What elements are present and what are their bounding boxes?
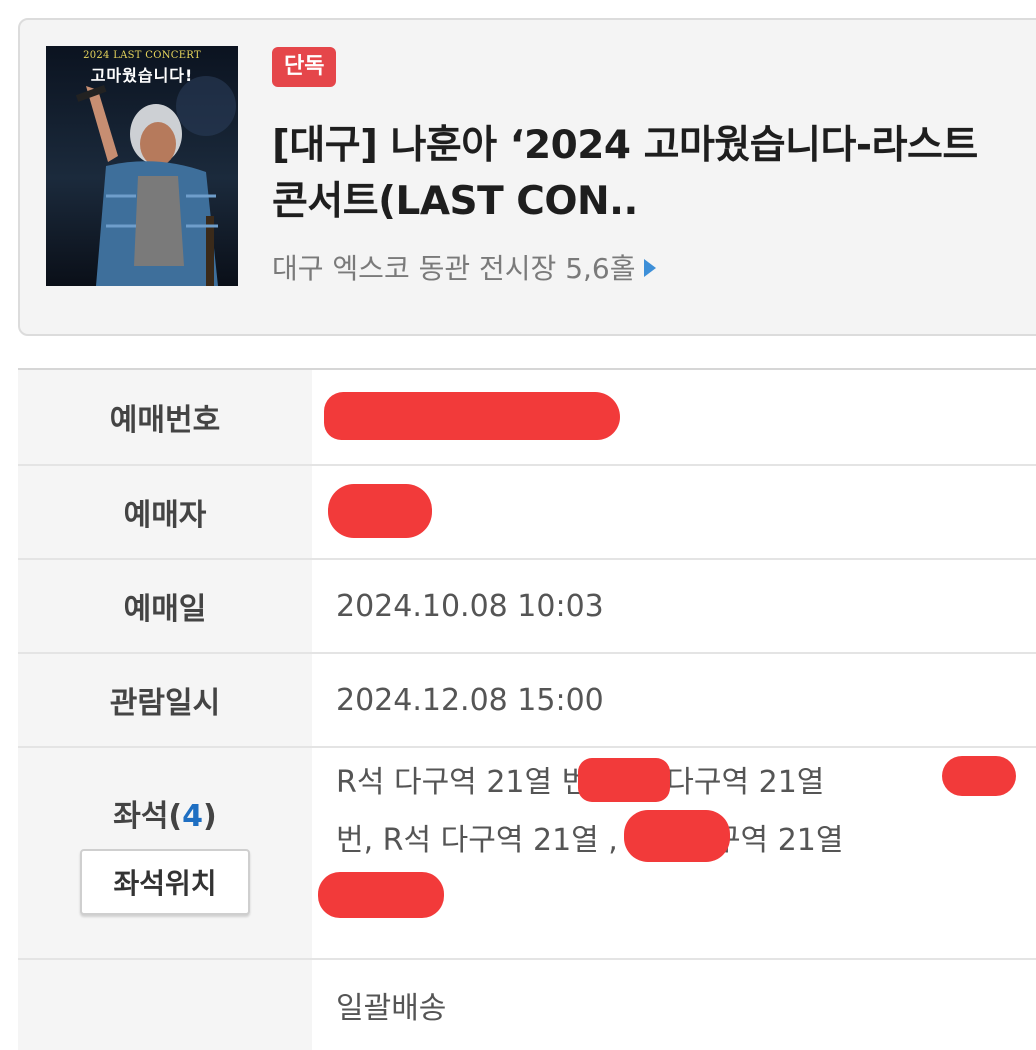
redaction-mark bbox=[324, 392, 620, 440]
redaction-mark bbox=[328, 484, 432, 538]
chevron-right-icon bbox=[643, 259, 656, 277]
booking-number-label: 예매번호 bbox=[18, 370, 312, 464]
seats-value: R석 다구역 21열 번, R석 다구역 21열 번, R석 다구역 21열 ,… bbox=[312, 748, 1036, 958]
row-booking-number: 예매번호 bbox=[18, 370, 1036, 466]
view-datetime-value: 2024.12.08 15:00 bbox=[336, 682, 604, 718]
seats-label-text: 좌석( bbox=[113, 799, 183, 834]
view-datetime-label: 관람일시 bbox=[18, 654, 312, 746]
seat-location-button[interactable]: 좌석위치 bbox=[80, 849, 250, 915]
redaction-mark bbox=[942, 756, 1016, 796]
row-seats: 좌석(4) 좌석위치 R석 다구역 21열 번, R석 다구역 21열 번, R… bbox=[18, 748, 1036, 960]
seats-header: 좌석(4) 좌석위치 bbox=[18, 748, 312, 958]
redaction-mark bbox=[318, 872, 444, 918]
booking-details-table: 예매번호 예매자 예매일 2024.10.08 10:03 관람일시 2024.… bbox=[18, 368, 1036, 1050]
booker-value bbox=[312, 466, 1036, 558]
performer-photo bbox=[75, 76, 236, 286]
row-view-datetime: 관람일시 2024.12.08 15:00 bbox=[18, 654, 1036, 748]
delivery-label bbox=[18, 960, 312, 1050]
event-title[interactable]: [대구] 나훈아 ‘2024 고마웠습니다-라스트 콘서트(LAST CON.. bbox=[272, 118, 1012, 230]
seats-label: 좌석(4) bbox=[113, 791, 217, 835]
delivery-value: 일괄배송 bbox=[336, 991, 447, 1026]
row-delivery: 일괄배송 bbox=[18, 960, 1036, 1050]
venue-link[interactable]: 대구 엑스코 동관 전시장 5,6홀 bbox=[272, 247, 656, 287]
booking-number-value bbox=[312, 370, 1036, 464]
booking-date-value: 2024.10.08 10:03 bbox=[336, 588, 604, 624]
venue-name: 대구 엑스코 동관 전시장 5,6홀 bbox=[272, 252, 636, 285]
seats-line-1: R석 다구역 21열 번, R석 다구역 21열 bbox=[336, 765, 825, 800]
exclusive-badge: 단독 bbox=[272, 47, 337, 87]
row-booking-date: 예매일 2024.10.08 10:03 bbox=[18, 560, 1036, 654]
redaction-mark bbox=[578, 758, 670, 802]
booker-label: 예매자 bbox=[18, 466, 312, 558]
booking-date-label: 예매일 bbox=[18, 560, 312, 652]
event-poster[interactable]: 2024 LAST CONCERT 고마웠습니다! bbox=[46, 46, 238, 286]
seats-label-close: ) bbox=[203, 799, 217, 834]
redaction-mark bbox=[624, 810, 730, 862]
seat-count: 4 bbox=[182, 799, 204, 834]
row-booker: 예매자 bbox=[18, 466, 1036, 560]
